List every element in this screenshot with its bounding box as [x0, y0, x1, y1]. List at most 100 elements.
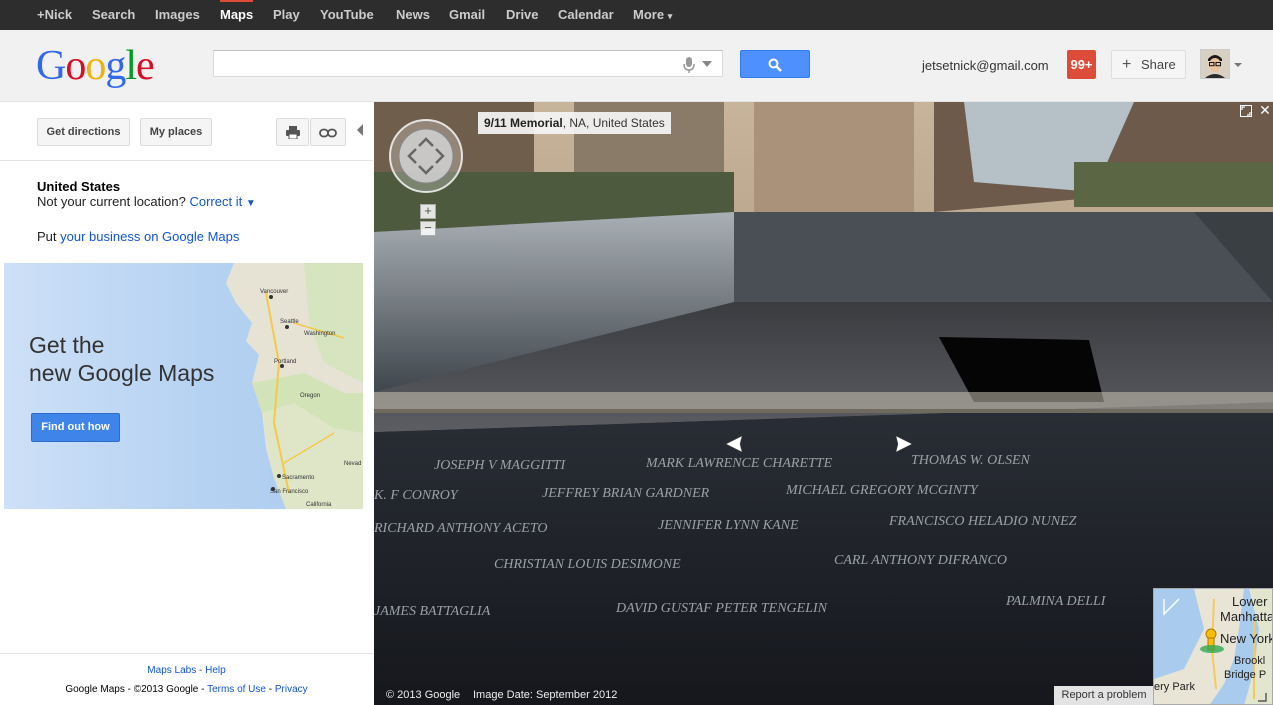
image-date: Image Date: September 2012 — [473, 689, 618, 701]
current-location-country: United States — [37, 179, 121, 194]
engraved-name: MICHAEL GREGORY MCGINTY — [785, 483, 980, 498]
engraved-name: MARK LAWRENCE CHARETTE — [645, 456, 833, 471]
footer-sep: - — [196, 665, 206, 676]
map-label-washington: Washington — [304, 331, 335, 337]
search-options-dropdown-icon[interactable] — [702, 61, 712, 67]
account-email[interactable]: jetsetnick@gmail.com — [922, 58, 1049, 73]
topbar-youtube-link[interactable]: YouTube — [320, 0, 374, 30]
topbar-gmail-link[interactable]: Gmail — [449, 0, 485, 30]
share-label: Share — [1141, 57, 1176, 72]
map-label-portland: Portland — [274, 359, 296, 365]
pan-control-icon[interactable] — [388, 118, 464, 194]
share-button[interactable]: + Share — [1111, 50, 1186, 79]
minimap-label: New York — [1220, 631, 1273, 646]
minimap-label: ery Park — [1154, 681, 1195, 693]
minimap-label: Bridge P — [1224, 669, 1267, 681]
location-question: Not your current location? Correct it ▼ — [37, 194, 256, 209]
plus-icon: + — [1122, 56, 1132, 73]
maps-labs-link[interactable]: Maps Labs — [147, 665, 196, 676]
avatar[interactable] — [1200, 49, 1230, 79]
header: Google jetsetnick@gmail.com 99+ + Share — [0, 30, 1273, 102]
logo-letter: g — [105, 43, 126, 89]
topbar-play-link[interactable]: Play — [273, 0, 300, 30]
topbar-news-link[interactable]: News — [396, 0, 430, 30]
zoom-in-button[interactable]: + — [420, 204, 436, 219]
engraved-name: JAMES BATTAGLIA — [374, 604, 491, 619]
topbar-search-link[interactable]: Search — [92, 0, 135, 30]
engraved-name: JEFFREY BRIAN GARDNER — [542, 486, 710, 501]
location-address-label: 9/11 Memorial, NA, United States — [478, 112, 671, 134]
not-location-text: Not your current location? — [37, 194, 186, 209]
business-prompt: Put your business on Google Maps — [37, 229, 239, 244]
print-button[interactable] — [276, 118, 309, 146]
google-top-bar: +Nick Search Images Maps Play YouTube Ne… — [0, 0, 1273, 30]
engraved-name: RICHARD ANTHONY ACETO — [374, 521, 547, 536]
topbar-images-link[interactable]: Images — [155, 0, 200, 30]
left-panel: Get directions My places United States N… — [0, 102, 373, 705]
divider — [0, 160, 373, 161]
imagery-copyright: © 2013 Google — [386, 689, 461, 701]
business-link[interactable]: your business on Google Maps — [60, 229, 239, 244]
topbar-maps-link[interactable]: Maps — [220, 0, 254, 30]
engraved-name: JOSEPH V MAGGITTI — [434, 458, 567, 473]
topbar-profile-link[interactable]: +Nick — [37, 0, 72, 30]
street-view-panorama[interactable]: JOSEPH V MAGGITTI MARK LAWRENCE CHARETTE… — [374, 102, 1273, 705]
engraved-name: K. F CONROY — [374, 488, 460, 503]
topbar-drive-link[interactable]: Drive — [506, 0, 539, 30]
engraved-name: PALMINA DELLI — [1005, 594, 1107, 609]
microphone-icon[interactable] — [682, 56, 696, 74]
promo-line-2: new Google Maps — [29, 360, 215, 386]
logo-letter: o — [65, 43, 86, 89]
overview-minimap[interactable]: Lower Manhattan New York Brookl Bridge P… — [1153, 588, 1273, 705]
chevron-down-icon: ▾ — [667, 11, 673, 21]
correct-it-link[interactable]: Correct it ▼ — [189, 194, 255, 209]
notifications-badge[interactable]: 99+ — [1067, 50, 1096, 79]
engraved-name: CHRISTIAN LOUIS DESIMONE — [494, 557, 681, 572]
panorama-image: JOSEPH V MAGGITTI MARK LAWRENCE CHARETTE… — [374, 102, 1273, 705]
get-directions-button[interactable]: Get directions — [37, 118, 130, 146]
new-maps-promo[interactable]: Vancouver Seattle Washington Portland Or… — [4, 263, 363, 509]
close-icon[interactable]: ✕ — [1258, 102, 1272, 118]
topbar-calendar-link[interactable]: Calendar — [558, 0, 614, 30]
put-text: Put — [37, 229, 57, 244]
search-input[interactable] — [213, 50, 723, 77]
engraved-name: CARL ANTHONY DIFRANCO — [834, 553, 1007, 568]
footer-legal: Google Maps - ©2013 Google - Terms of Us… — [0, 684, 373, 695]
footer-links: Maps Labs - Help — [0, 665, 373, 676]
zoom-out-button[interactable]: − — [420, 221, 436, 236]
navigate-forward-arrow-icon[interactable] — [892, 434, 918, 454]
topbar-more-menu[interactable]: More ▾ — [633, 0, 672, 30]
place-region: , NA, United States — [562, 116, 665, 130]
search-button[interactable] — [740, 50, 810, 78]
minimap-label: Brookl — [1234, 655, 1266, 667]
map-label-san-francisco: San Francisco — [270, 489, 309, 495]
report-problem-link[interactable]: Report a problem — [1054, 686, 1154, 705]
engraved-name: JENNIFER LYNN KANE — [658, 518, 799, 533]
promo-line-1: Get the — [29, 332, 105, 358]
magnifier-icon — [768, 58, 782, 72]
my-places-button[interactable]: My places — [140, 118, 212, 146]
minimap-label: Lower — [1232, 594, 1268, 609]
chain-link-icon — [319, 128, 337, 138]
map-label-oregon: Oregon — [300, 393, 320, 399]
engraved-name: THOMAS W. OLSEN — [911, 453, 1031, 468]
account-menu-chevron-icon[interactable] — [1234, 63, 1242, 67]
google-logo[interactable]: Google — [36, 43, 155, 89]
divider — [0, 653, 373, 654]
link-button[interactable] — [310, 118, 346, 146]
navigate-back-arrow-icon[interactable] — [720, 434, 746, 454]
logo-letter: l — [125, 43, 137, 89]
place-name: 9/11 Memorial — [484, 116, 563, 130]
promo-title: Get the new Google Maps — [29, 331, 229, 387]
privacy-link[interactable]: Privacy — [275, 684, 308, 695]
expand-icon[interactable] — [1240, 105, 1252, 117]
collapse-panel-arrow-icon[interactable] — [357, 124, 363, 136]
map-label-nevada: Nevad — [344, 461, 361, 467]
map-label-seattle: Seattle — [280, 319, 299, 325]
minimap-label: Manhattan — [1220, 609, 1272, 624]
help-link[interactable]: Help — [205, 665, 226, 676]
find-out-how-button[interactable]: Find out how — [31, 413, 120, 442]
footer-copyright: Google Maps - ©2013 Google - — [65, 684, 208, 695]
map-label-sacramento: Sacramento — [282, 475, 315, 481]
terms-link[interactable]: Terms of Use — [207, 684, 266, 695]
